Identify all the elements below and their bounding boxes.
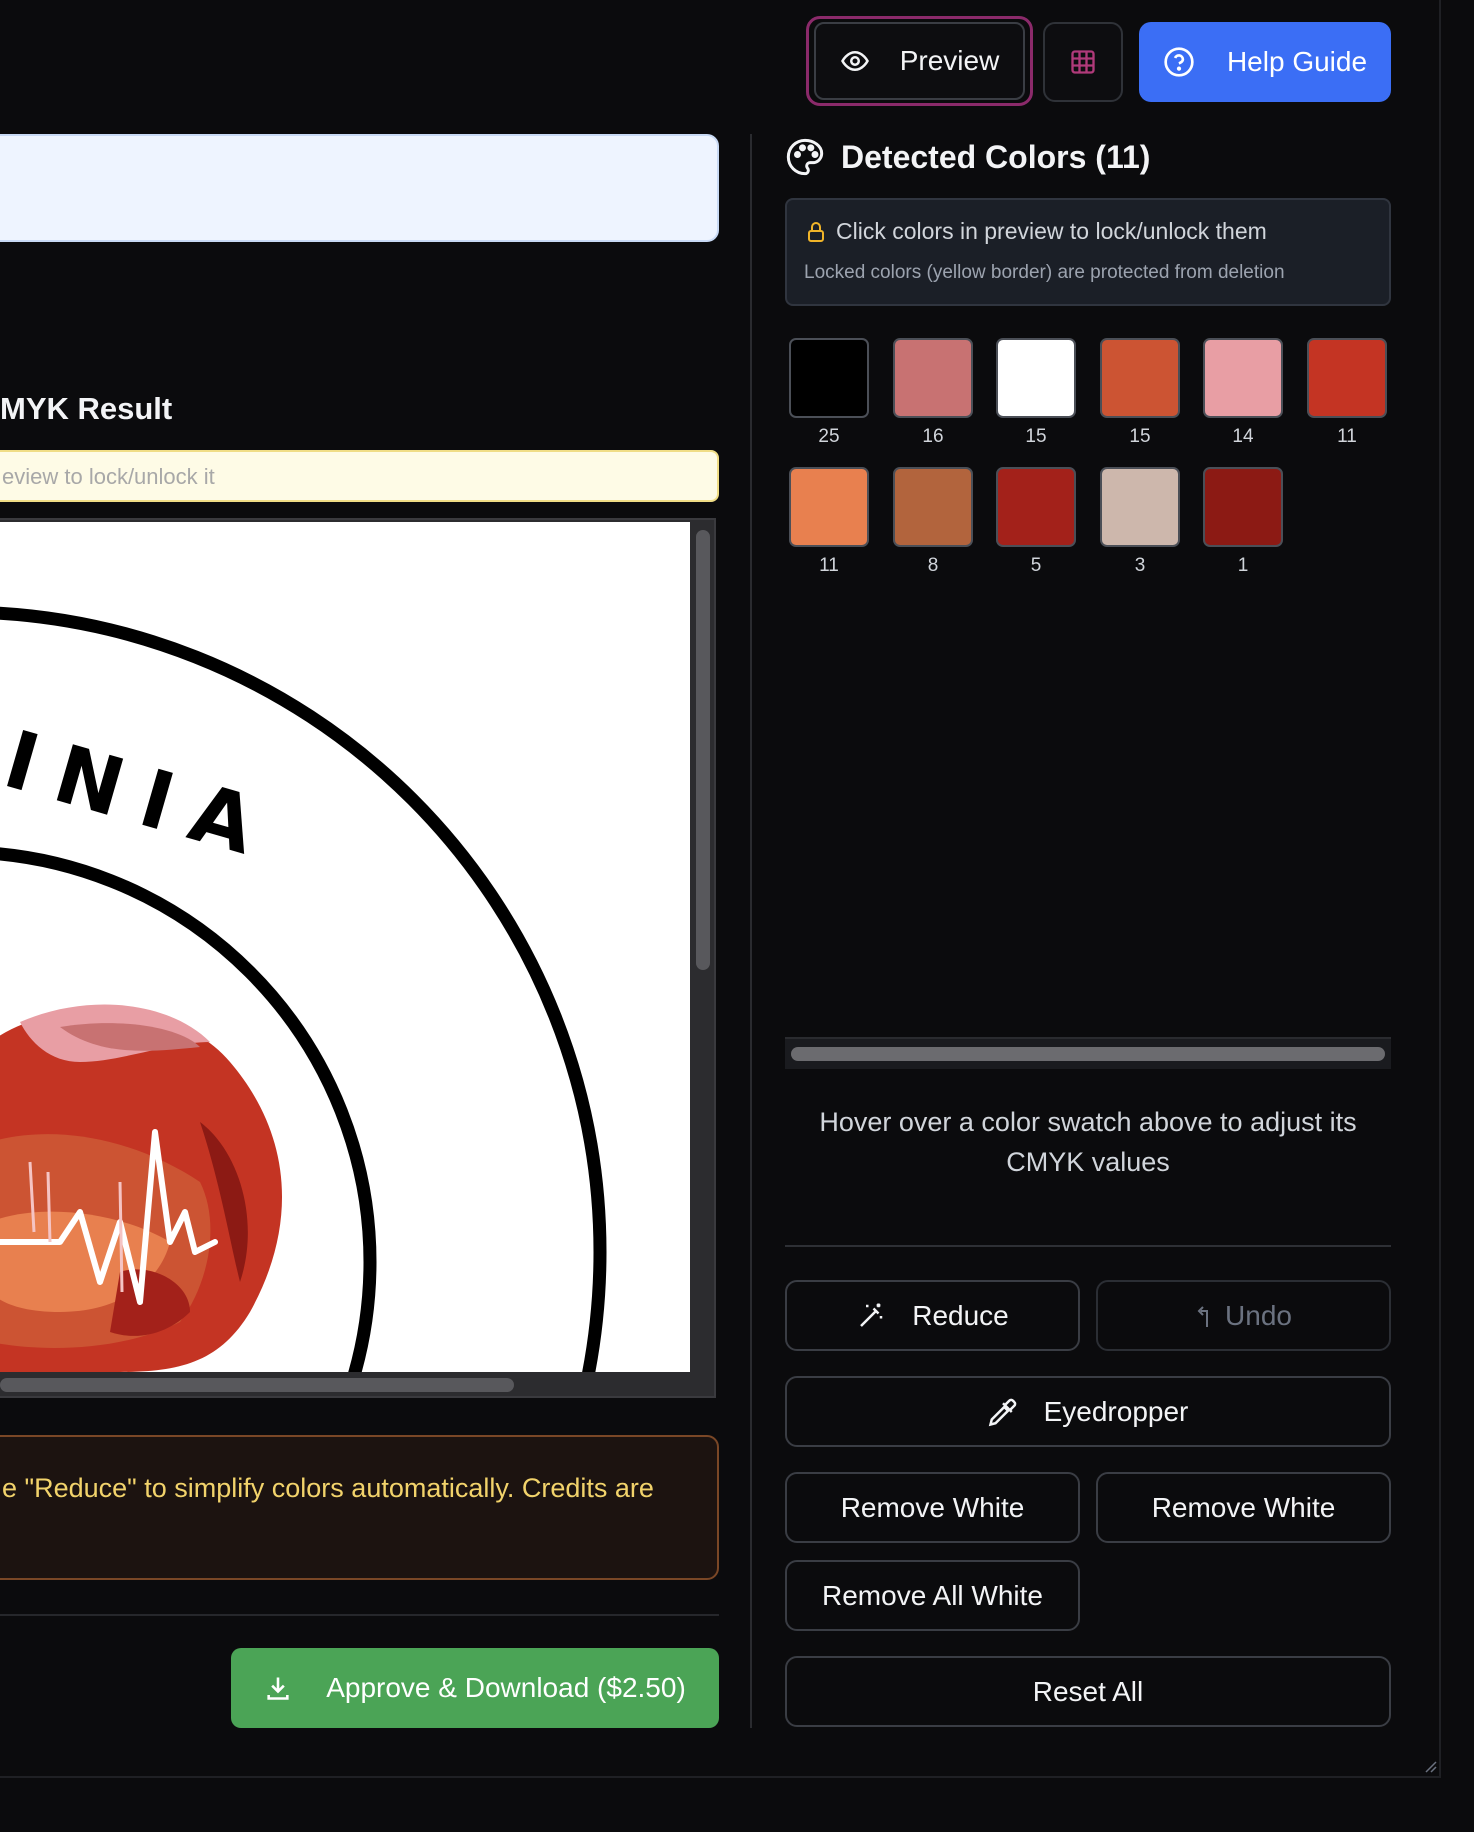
reset-all-label: Reset All [1032,1675,1144,1707]
artwork-heart [0,1004,282,1372]
eye-icon [840,46,870,76]
reset-all-button[interactable]: Reset All [785,1656,1391,1727]
color-swatch[interactable] [893,467,973,547]
grid-view-button[interactable] [1043,22,1123,102]
lock-hint-text: eview to lock/unlock it [2,464,215,489]
help-guide-label: Help Guide [1226,46,1368,77]
remove-all-white-label: Remove All White [822,1579,1043,1611]
remove-white-button-2[interactable]: Remove White [1096,1472,1391,1543]
color-swatch-count: 15 [1129,426,1151,447]
reduce-label: Reduce [912,1299,1009,1331]
color-swatch-count: 3 [1134,555,1146,576]
panel-divider [785,1245,1391,1247]
eyedropper-label: Eyedropper [1043,1395,1189,1427]
artwork-text: INIA [0,713,286,879]
color-swatch-count: 25 [818,426,840,447]
color-swatch[interactable] [1100,467,1180,547]
color-swatch-count: 1 [1237,555,1249,576]
reduce-info-text: e "Reduce" to simplify colors automatica… [2,1473,654,1503]
window-bottom-border [0,1776,1441,1778]
color-swatch[interactable] [789,467,869,547]
eyedropper-icon [988,1397,1018,1427]
undo-icon [1195,1303,1215,1329]
color-swatch[interactable] [1203,338,1283,418]
color-swatch[interactable] [1307,338,1387,418]
lock-hint-banner: eview to lock/unlock it [0,450,719,502]
magic-wand-icon [856,1301,886,1331]
reduce-info-message: e "Reduce" to simplify colors automatica… [0,1435,719,1580]
panel-horizontal-scrollbar[interactable] [785,1037,1391,1069]
approve-download-label: Approve & Download ($2.50) [326,1672,686,1703]
color-swatch-count: 5 [1030,555,1042,576]
preview-label: Preview [899,45,1000,76]
download-icon [264,1674,292,1702]
color-swatch-count: 16 [922,426,944,447]
color-swatch-count: 15 [1025,426,1047,447]
lock-notice-main: Click colors in preview to lock/unlock t… [836,218,1267,244]
hover-hint: Hover over a color swatch above to adjus… [819,1107,1357,1177]
remove-white-label-1: Remove White [840,1491,1025,1523]
color-swatch-count: 8 [927,555,939,576]
window-right-border [1439,0,1441,1776]
color-swatch[interactable] [1203,467,1283,547]
reduce-button[interactable]: Reduce [785,1280,1080,1351]
color-swatch[interactable] [893,338,973,418]
resize-handle[interactable] [1422,1758,1438,1774]
color-swatch-count: 11 [819,555,839,576]
lock-icon [804,220,828,244]
top-info-box [0,134,719,242]
lock-notice-sub: Locked colors (yellow border) are protec… [804,262,1285,283]
remove-all-white-button[interactable]: Remove All White [785,1560,1080,1631]
canvas-vertical-scrollbar[interactable] [696,530,710,970]
color-swatch[interactable] [996,467,1076,547]
help-guide-button[interactable]: Help Guide [1139,22,1391,102]
palette-icon [785,137,825,177]
detected-colors-title: Detected Colors (11) [841,138,1151,175]
grid-icon [1069,48,1097,76]
preview-button[interactable]: Preview [806,16,1033,106]
undo-label: Undo [1225,1299,1292,1331]
canvas-horizontal-scrollbar[interactable] [0,1378,514,1392]
eyedropper-button[interactable]: Eyedropper [785,1376,1391,1447]
color-swatch-count: 11 [1337,426,1357,447]
color-swatch[interactable] [1100,338,1180,418]
result-title: MYK Result [0,391,173,426]
color-swatch[interactable] [789,338,869,418]
lock-notice: Click colors in preview to lock/unlock t… [785,198,1391,306]
preview-canvas[interactable]: INIA [0,522,690,1372]
remove-white-button-1[interactable]: Remove White [785,1472,1080,1543]
column-divider [750,134,752,1728]
detected-colors-header: Detected Colors (11) [785,137,1150,177]
help-circle-icon [1163,46,1195,78]
color-swatch[interactable] [996,338,1076,418]
approve-download-button[interactable]: Approve & Download ($2.50) [231,1648,719,1728]
remove-white-label-2: Remove White [1151,1491,1336,1523]
svg-text:INIA: INIA [0,713,286,879]
color-swatch-count: 14 [1232,426,1254,447]
preview-canvas-frame: INIA [0,518,716,1398]
undo-button[interactable]: Undo [1096,1280,1391,1351]
left-divider [0,1614,719,1616]
